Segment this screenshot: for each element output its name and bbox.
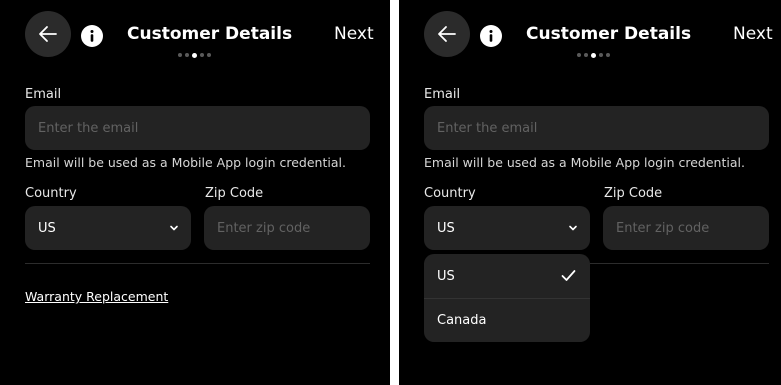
step-dot (584, 53, 588, 57)
dropdown-option-canada[interactable]: Canada (424, 298, 590, 342)
email-field[interactable] (25, 106, 370, 150)
dropdown-option-us[interactable]: US (424, 254, 590, 298)
step-dot-active (192, 52, 197, 58)
country-dropdown-menu: US Canada (424, 254, 590, 342)
zip-code-field[interactable] (204, 206, 370, 250)
chevron-down-icon (569, 225, 577, 231)
info-icon[interactable] (81, 25, 103, 47)
step-dot (207, 53, 211, 57)
divider (25, 263, 370, 264)
country-select-value: US (38, 220, 56, 236)
country-select[interactable]: US (25, 206, 191, 250)
step-dot (178, 53, 182, 57)
step-dot (577, 53, 581, 57)
step-indicator (577, 52, 610, 58)
arrow-left-icon (438, 26, 456, 42)
next-button[interactable]: Next (733, 24, 773, 44)
back-button[interactable] (25, 11, 71, 57)
country-select-value: US (437, 220, 455, 236)
checkmark-icon (561, 270, 576, 281)
next-button[interactable]: Next (334, 24, 374, 44)
option-label: US (437, 268, 455, 284)
option-label: Canada (437, 313, 487, 328)
step-dot (599, 53, 603, 57)
zip-code-label: Zip Code (205, 186, 264, 201)
step-dot-active (591, 52, 596, 58)
step-indicator (178, 52, 211, 58)
step-dot (185, 53, 189, 57)
email-field[interactable] (424, 106, 769, 150)
chevron-down-icon (170, 225, 178, 231)
email-label: Email (424, 87, 461, 102)
back-button[interactable] (424, 11, 470, 57)
country-label: Country (25, 186, 77, 201)
page-title: Customer Details (127, 24, 293, 44)
info-icon[interactable] (480, 25, 502, 47)
email-helper-text: Email will be used as a Mobile App login… (25, 155, 346, 170)
step-dot (200, 53, 204, 57)
page-title: Customer Details (526, 24, 692, 44)
email-label: Email (25, 87, 62, 102)
country-select[interactable]: US (424, 206, 590, 250)
country-label: Country (424, 186, 476, 201)
arrow-left-icon (39, 26, 57, 42)
zip-code-label: Zip Code (604, 186, 663, 201)
screen-customer-details-dropdown-open: Customer Details Next Email Email will b… (399, 0, 781, 385)
warranty-replacement-link[interactable]: Warranty Replacement (25, 289, 168, 304)
email-helper-text: Email will be used as a Mobile App login… (424, 155, 745, 170)
screen-customer-details: Customer Details Next Email Email will b… (0, 0, 390, 385)
zip-code-field[interactable] (603, 206, 769, 250)
step-dot (606, 53, 610, 57)
